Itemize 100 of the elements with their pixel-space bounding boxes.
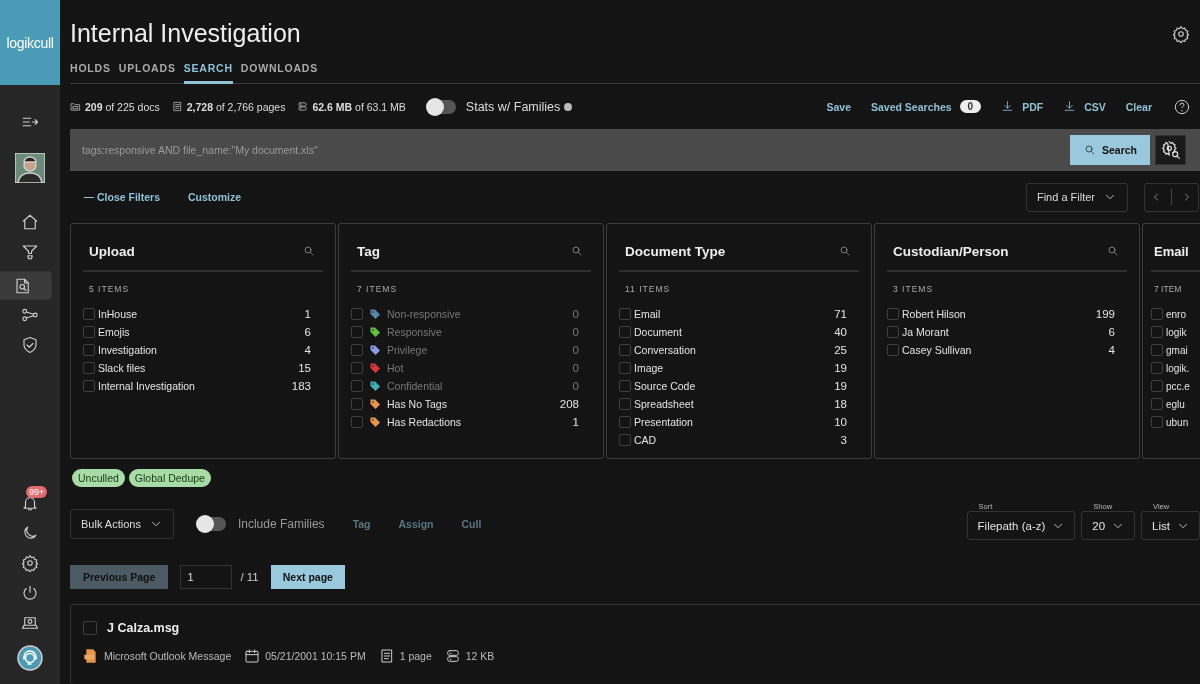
checkbox[interactable] [83,380,95,393]
filter-option[interactable]: Investigation [98,344,302,357]
page-number-field[interactable]: 1 [180,564,233,589]
checkbox[interactable] [887,344,899,357]
checkbox[interactable] [1151,344,1163,357]
option-count: 10 [834,416,847,429]
storage-icon [444,648,461,664]
checkbox[interactable] [351,398,363,411]
filter-link[interactable]: Customize [188,191,242,204]
filter-option[interactable]: ubun [1166,416,1200,428]
download-icon [1063,100,1077,114]
toggle-switch[interactable] [427,99,456,114]
checkbox[interactable] [1151,362,1163,375]
checkbox[interactable] [619,308,631,321]
filter-option[interactable]: eglu [1166,398,1200,410]
stat-text: 209 of 225 docs [85,100,160,113]
filter-option[interactable]: logik [1166,326,1200,338]
checkbox[interactable] [619,416,631,429]
filter-option[interactable]: Email [634,308,832,321]
filter-option[interactable]: Source Code [634,380,832,393]
download-link[interactable]: CSV [1063,100,1106,114]
saved-searches-link[interactable]: Saved Searches 0 [871,100,982,114]
option-count: 4 [304,344,311,357]
filter-option[interactable]: Conversation [634,344,832,357]
filter-option[interactable]: enro [1166,308,1200,320]
filter-option[interactable]: Casey Sullivan [902,344,1106,357]
laptop-help-icon [21,614,39,632]
filter-option[interactable]: Document [634,326,832,339]
avatar[interactable] [15,153,45,183]
checkbox[interactable] [619,344,631,357]
tab[interactable]: UPLOADS [118,55,176,85]
filter-chip[interactable]: Unculled [72,468,125,487]
filter-option[interactable]: Presentation [634,416,832,429]
checkbox[interactable] [1151,380,1163,393]
search-button[interactable]: Search [1069,135,1150,166]
filter-option[interactable]: logik. [1166,362,1200,374]
filter-link[interactable]: Close Filters [84,191,161,204]
checkbox[interactable] [1151,308,1163,321]
checkbox[interactable] [887,308,899,321]
link[interactable]: Clear [1125,100,1152,113]
tab[interactable]: HOLDS [70,55,111,85]
filter-option[interactable]: Image [634,362,832,375]
checkbox[interactable] [83,344,95,357]
filter-option[interactable]: Spreadsheet [634,398,832,411]
option-count: 40 [834,326,847,339]
sidebar-item[interactable] [0,271,52,300]
checkbox[interactable] [619,380,631,393]
tab[interactable]: DOWNLOADS [240,55,319,85]
tab[interactable]: SEARCH [183,55,233,85]
filter-option[interactable]: Emojis [98,326,302,339]
checkbox[interactable] [1151,416,1163,429]
filter-option[interactable]: Has No Tags [387,398,557,411]
filter-option[interactable]: CAD [634,434,838,447]
item-count: 3 ITEMS [892,283,935,297]
find-filter-dropdown[interactable]: Find a Filter [1025,182,1128,212]
filter-option[interactable]: Robert Hilson [902,308,1093,321]
bulk-actions-dropdown[interactable]: Bulk Actions [70,508,174,539]
filter-option[interactable]: gmai [1166,344,1200,356]
filter-option[interactable]: Slack files [98,362,296,375]
filter-option[interactable]: pcc.e [1166,380,1200,392]
checkbox[interactable] [619,326,631,339]
checkbox[interactable] [351,416,363,429]
filter-option[interactable]: Internal Investigation [98,380,289,393]
checkbox[interactable] [83,308,95,321]
checkbox[interactable] [887,326,899,339]
panel-title: Upload [89,243,135,259]
select-value: Filepath (a-z) [977,519,1046,532]
toggle-switch[interactable] [197,516,226,531]
filter-chip[interactable]: Global Dedupe [128,468,211,487]
search-icon [839,245,851,258]
pager-control[interactable] [1144,182,1199,212]
option-count: 1 [304,308,311,321]
search-icon [1107,245,1119,258]
checkbox[interactable] [619,434,631,447]
support-agent-icon[interactable] [17,645,43,671]
checkbox[interactable] [83,362,95,375]
checkbox[interactable] [619,398,631,411]
file-name[interactable]: J Calza.msg [107,621,180,635]
checkbox[interactable] [83,621,97,635]
search-input[interactable]: tags:responsive AND file_name:"My document.xls" [82,144,1065,157]
checkbox[interactable] [1151,398,1163,411]
filter-option[interactable]: Has Redactions [387,416,570,429]
link[interactable]: Save [826,100,851,113]
storage-icon [297,101,309,113]
bell-icon [21,494,39,512]
toggle-label: Stats w/ Families [465,99,561,114]
download-link[interactable]: PDF [1001,100,1044,114]
option-count: 18 [834,398,847,411]
checkbox[interactable] [83,326,95,339]
filter-option[interactable]: Ja Morant [902,326,1106,339]
checkbox[interactable] [619,362,631,375]
checkbox[interactable] [1151,326,1163,339]
search-icon [571,245,583,258]
advanced-search-button[interactable] [1155,135,1186,166]
help-icon[interactable] [1174,98,1190,115]
option-count: 183 [291,380,311,393]
option-count: 199 [1095,308,1115,321]
next-page-button[interactable]: Next page [270,564,345,589]
filter-option[interactable]: InHouse [98,308,302,321]
search-field[interactable]: tags:responsive AND file_name:"My document.xls" [70,129,1065,172]
